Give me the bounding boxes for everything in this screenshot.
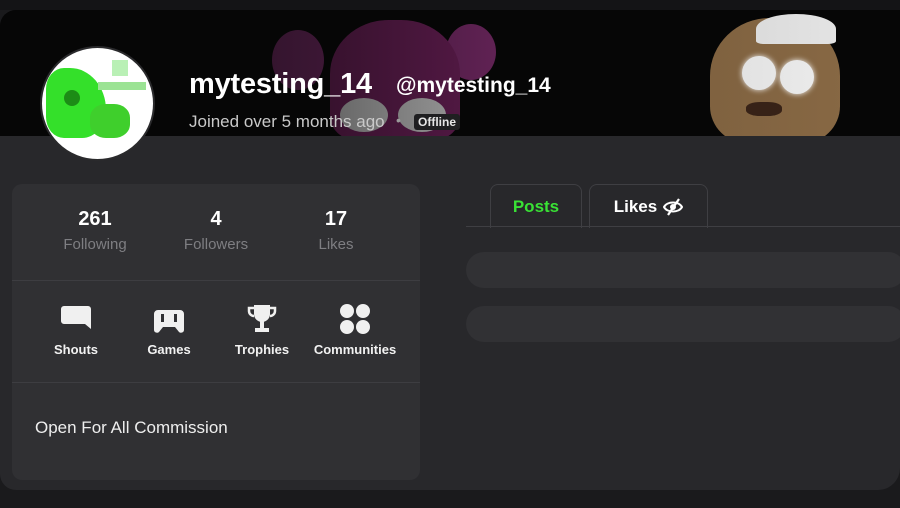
four-dots-icon (340, 304, 370, 334)
profile-sidebar-card: 261 Following 4 Followers 17 Likes Shout… (12, 184, 420, 480)
nav-games[interactable]: Games (124, 302, 214, 357)
stats-row: 261 Following 4 Followers 17 Likes (12, 184, 420, 280)
joined-date: Joined over 5 months ago (189, 112, 385, 131)
nav-communities-label: Communities (313, 342, 397, 357)
bio-text: Open For All Commission (35, 418, 228, 437)
likes-label: Likes (318, 236, 354, 253)
top-strip (0, 0, 900, 10)
status-badge: Offline (414, 114, 460, 130)
gamepad-icon (154, 310, 184, 333)
following-label: Following (63, 236, 127, 253)
nav-games-label: Games (147, 342, 191, 357)
tab-likes-label: Likes (613, 196, 658, 216)
tab-posts[interactable]: Posts (490, 184, 582, 228)
stat-following[interactable]: 261 Following (45, 208, 145, 253)
divider (12, 280, 420, 281)
nav-shouts-label: Shouts (53, 342, 99, 357)
post-placeholder (466, 306, 900, 342)
tab-likes[interactable]: Likes (589, 184, 708, 228)
tab-posts-label: Posts (512, 196, 560, 216)
profile-page: mytesting_14 @mytesting_14 Joined over 5… (0, 10, 900, 490)
display-name: mytesting_14 (189, 68, 372, 100)
trophy-icon (247, 305, 277, 332)
following-count: 261 (78, 208, 112, 230)
likes-count: 17 (324, 208, 348, 230)
speech-bubble-icon (61, 306, 91, 329)
followers-label: Followers (183, 236, 249, 253)
nav-trophies-label: Trophies (234, 342, 290, 357)
stat-followers[interactable]: 4 Followers (166, 208, 266, 253)
user-handle: @mytesting_14 (396, 74, 551, 97)
stat-likes[interactable]: 17 Likes (286, 208, 386, 253)
tabs-underline (466, 226, 900, 227)
separator-dot: • (396, 112, 401, 128)
divider (12, 382, 420, 383)
avatar[interactable] (40, 46, 155, 161)
nav-communities[interactable]: Communities (310, 302, 400, 357)
post-placeholder (466, 252, 900, 288)
followers-count: 4 (210, 208, 222, 230)
nav-shouts[interactable]: Shouts (31, 302, 121, 357)
nav-trophies[interactable]: Trophies (217, 302, 307, 357)
eye-slash-icon (663, 197, 684, 216)
